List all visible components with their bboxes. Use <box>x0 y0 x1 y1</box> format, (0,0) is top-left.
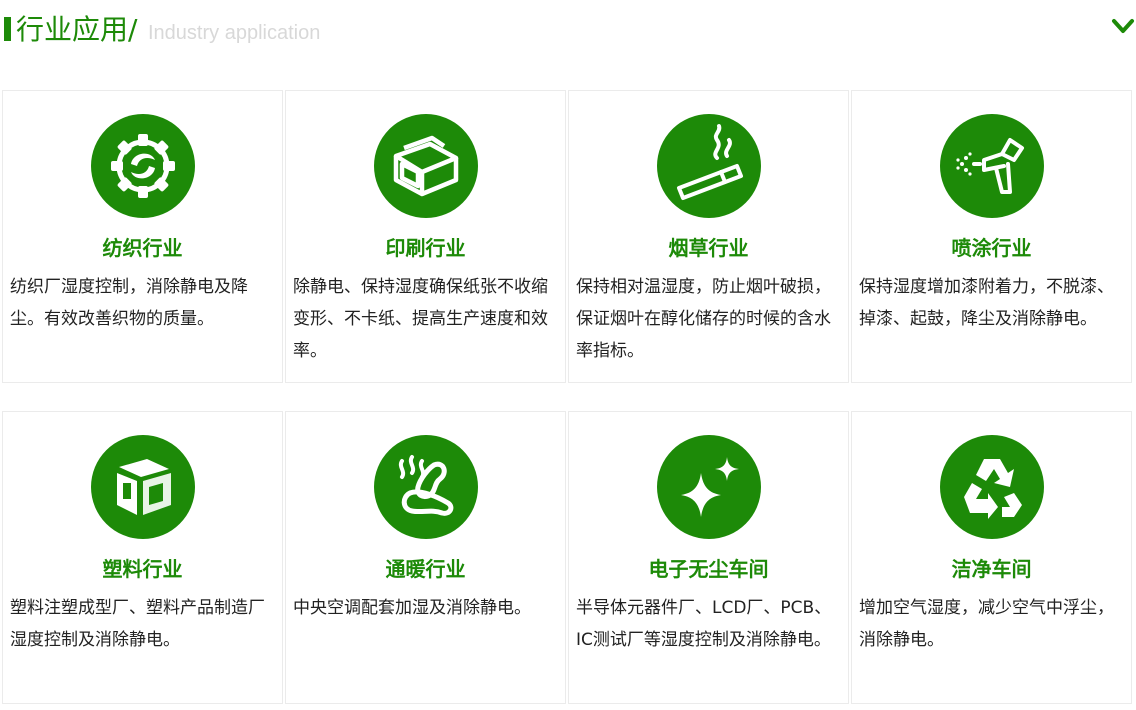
heating-icon <box>374 435 478 539</box>
industry-card-cleanroom[interactable]: 洁净车间 增加空气湿度，减少空气中浮尘，消除静电。 <box>851 411 1132 704</box>
cigarette-icon <box>657 114 761 218</box>
industry-card-printing[interactable]: 印刷行业 除静电、保持湿度确保纸张不收缩变形、不卡纸、提高生产速度和效率。 <box>285 90 566 383</box>
card-title: 塑料行业 <box>102 557 183 581</box>
card-title: 喷涂行业 <box>951 236 1032 260</box>
card-title: 印刷行业 <box>385 236 466 260</box>
industry-card-heating[interactable]: 通暖行业 中央空调配套加湿及消除静电。 <box>285 411 566 704</box>
industry-card-plastics[interactable]: 塑料行业 塑料注塑成型厂、塑料产品制造厂湿度控制及消除静电。 <box>2 411 283 704</box>
section-subtitle: Industry application <box>148 22 321 44</box>
industry-card-spraying[interactable]: 喷涂行业 保持湿度增加漆附着力，不脱漆、掉漆、起鼓，降尘及消除静电。 <box>851 90 1132 383</box>
gear-icon <box>91 114 195 218</box>
spray-gun-icon <box>940 114 1044 218</box>
title-accent-bar <box>4 17 11 41</box>
card-title: 纺织行业 <box>102 236 183 260</box>
card-description: 增加空气湿度，减少空气中浮尘，消除静电。 <box>859 598 1114 650</box>
card-description: 纺织厂湿度控制，消除静电及降尘。有效改善织物的质量。 <box>10 277 248 329</box>
recycle-icon <box>940 435 1044 539</box>
card-description: 塑料注塑成型厂、塑料产品制造厂湿度控制及消除静电。 <box>10 598 265 650</box>
card-description: 中央空调配套加湿及消除静电。 <box>293 598 531 618</box>
box-icon <box>374 114 478 218</box>
card-description: 保持湿度增加漆附着力，不脱漆、掉漆、起鼓，降尘及消除静电。 <box>859 277 1114 329</box>
card-title: 洁净车间 <box>951 557 1032 581</box>
cube-icon <box>91 435 195 539</box>
industry-card-textile[interactable]: 纺织行业 纺织厂湿度控制，消除静电及降尘。有效改善织物的质量。 <box>2 90 283 383</box>
industry-card-cleanroom-electronics[interactable]: 电子无尘车间 半导体元器件厂、LCD厂、PCB、IC测试厂等湿度控制及消除静电。 <box>568 411 849 704</box>
card-title: 电子无尘车间 <box>648 557 769 581</box>
card-description: 半导体元器件厂、LCD厂、PCB、IC测试厂等湿度控制及消除静电。 <box>576 598 832 650</box>
card-title: 通暖行业 <box>385 557 466 581</box>
card-description: 保持相对温湿度，防止烟叶破损，保证烟叶在醇化储存的时候的含水率指标。 <box>576 277 831 361</box>
section-title: 行业应用/ <box>16 13 138 46</box>
card-description: 除静电、保持湿度确保纸张不收缩变形、不卡纸、提高生产速度和效率。 <box>293 277 548 361</box>
sparkle-icon <box>657 435 761 539</box>
industry-card-tobacco[interactable]: 烟草行业 保持相对温湿度，防止烟叶破损，保证烟叶在醇化储存的时候的含水率指标。 <box>568 90 849 383</box>
section-header: 行业应用/ Industry application <box>0 0 1136 60</box>
chevron-down-icon[interactable] <box>1110 12 1136 40</box>
card-title: 烟草行业 <box>668 236 749 260</box>
